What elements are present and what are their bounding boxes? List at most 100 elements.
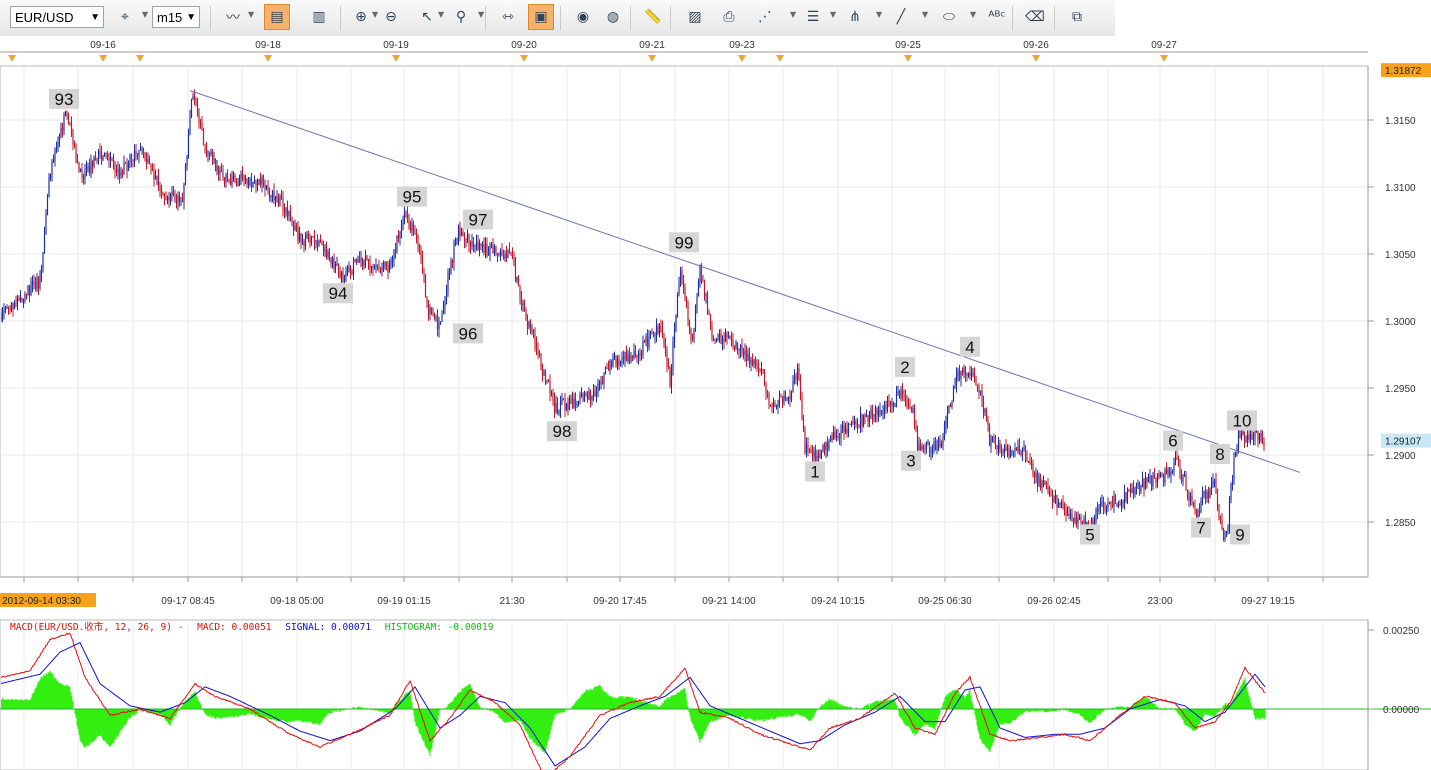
candle-body — [342, 272, 344, 282]
candle-body — [160, 189, 163, 194]
candle-body — [45, 214, 47, 235]
candle-body — [316, 240, 319, 246]
candle-body — [792, 380, 794, 393]
candle-body — [178, 195, 181, 202]
candle-body — [930, 451, 932, 453]
candle-body — [360, 257, 362, 261]
candle-body — [190, 99, 193, 118]
price-tick-label: 1.3000 — [1385, 317, 1416, 328]
candle-body — [789, 396, 791, 400]
candle-body — [1248, 434, 1250, 441]
candle-body — [1179, 466, 1181, 477]
macd-legend-histogram: HISTOGRAM: -0.00019 — [384, 622, 494, 633]
candle-body — [442, 306, 445, 314]
candle-body — [739, 345, 742, 351]
candle-body — [1095, 508, 1097, 523]
candle-body — [748, 353, 751, 364]
candle-body — [310, 236, 313, 244]
candle-body — [354, 259, 356, 263]
current-price-label: 1.29107 — [1385, 437, 1422, 448]
candle-body — [1191, 496, 1193, 502]
candle-body — [1254, 430, 1256, 438]
candle-body — [450, 260, 452, 273]
candle-body — [54, 150, 56, 162]
candle-body — [478, 244, 481, 250]
candle-body — [988, 425, 991, 446]
candle-body — [315, 240, 317, 243]
candle-body — [777, 401, 779, 407]
candle-body — [219, 170, 221, 174]
candle-body — [1116, 503, 1118, 507]
candle-body — [1237, 428, 1240, 448]
candle-body — [424, 275, 427, 297]
candle-body — [561, 399, 563, 402]
candle-body — [730, 337, 733, 340]
candle-body — [946, 412, 949, 421]
top-date-label: 09-27 — [1151, 40, 1177, 51]
candle-body — [294, 225, 296, 230]
candle-body — [306, 234, 308, 239]
candle-body — [951, 401, 953, 407]
candle-body — [802, 417, 805, 431]
candle-body — [423, 273, 425, 276]
candle-body — [567, 403, 569, 410]
candle-body — [205, 146, 208, 156]
macd-legend: MACD(EUR/USD.收市, 12, 26, 9) - MACD: 0.00… — [10, 619, 493, 633]
candle-body — [322, 245, 325, 252]
candle-body — [571, 398, 574, 408]
candle-body — [117, 169, 119, 173]
candle-body — [688, 319, 691, 328]
candle-body — [384, 261, 386, 267]
candle-body — [222, 172, 224, 178]
candle-body — [1072, 519, 1075, 522]
candle-body — [291, 217, 293, 223]
candle-body — [772, 403, 775, 407]
candle-body — [867, 415, 869, 422]
wave-label-7: 7 — [1191, 517, 1211, 538]
candle-body — [673, 329, 676, 342]
candle-body — [402, 223, 404, 225]
candle-body — [301, 241, 304, 243]
candle-body — [447, 274, 449, 293]
candle-body — [610, 360, 613, 367]
candle-body — [435, 316, 437, 318]
candle-body — [856, 423, 859, 426]
candle-body — [768, 393, 770, 405]
candle-body — [1026, 457, 1028, 462]
candle-body — [481, 244, 484, 246]
candle-body — [235, 182, 238, 187]
candle-body — [904, 395, 907, 400]
candle-body — [714, 339, 716, 341]
candle-body — [124, 162, 127, 164]
top-date-label: 09-26 — [1023, 40, 1049, 51]
candle-body — [474, 245, 476, 247]
candle-body — [1027, 461, 1030, 463]
candle-body — [600, 381, 602, 384]
candle-body — [378, 267, 380, 270]
candle-body — [184, 165, 187, 184]
candle-body — [145, 158, 148, 162]
candle-body — [958, 370, 961, 380]
candle-body — [583, 393, 586, 401]
candle-body — [151, 166, 154, 172]
wave-label-94: 94 — [323, 283, 353, 304]
candle-body — [1183, 474, 1186, 476]
candle-body — [1224, 536, 1226, 540]
candle-body — [609, 360, 611, 370]
candle-body — [409, 227, 412, 231]
candle-body — [408, 219, 410, 228]
candle-body — [1222, 528, 1225, 540]
top-date-label: 09-19 — [383, 40, 409, 51]
candle-body — [579, 395, 581, 402]
candle-body — [1030, 463, 1033, 465]
candle-body — [37, 278, 40, 289]
candle-body — [426, 296, 428, 303]
candle-body — [747, 353, 749, 361]
candle-body — [621, 357, 623, 364]
candle-body — [552, 392, 554, 400]
wave-label-text: 9 — [1235, 525, 1244, 544]
candle-body — [147, 159, 149, 162]
candle-body — [834, 431, 836, 437]
candle-body — [1135, 484, 1138, 487]
candle-body — [586, 394, 589, 400]
